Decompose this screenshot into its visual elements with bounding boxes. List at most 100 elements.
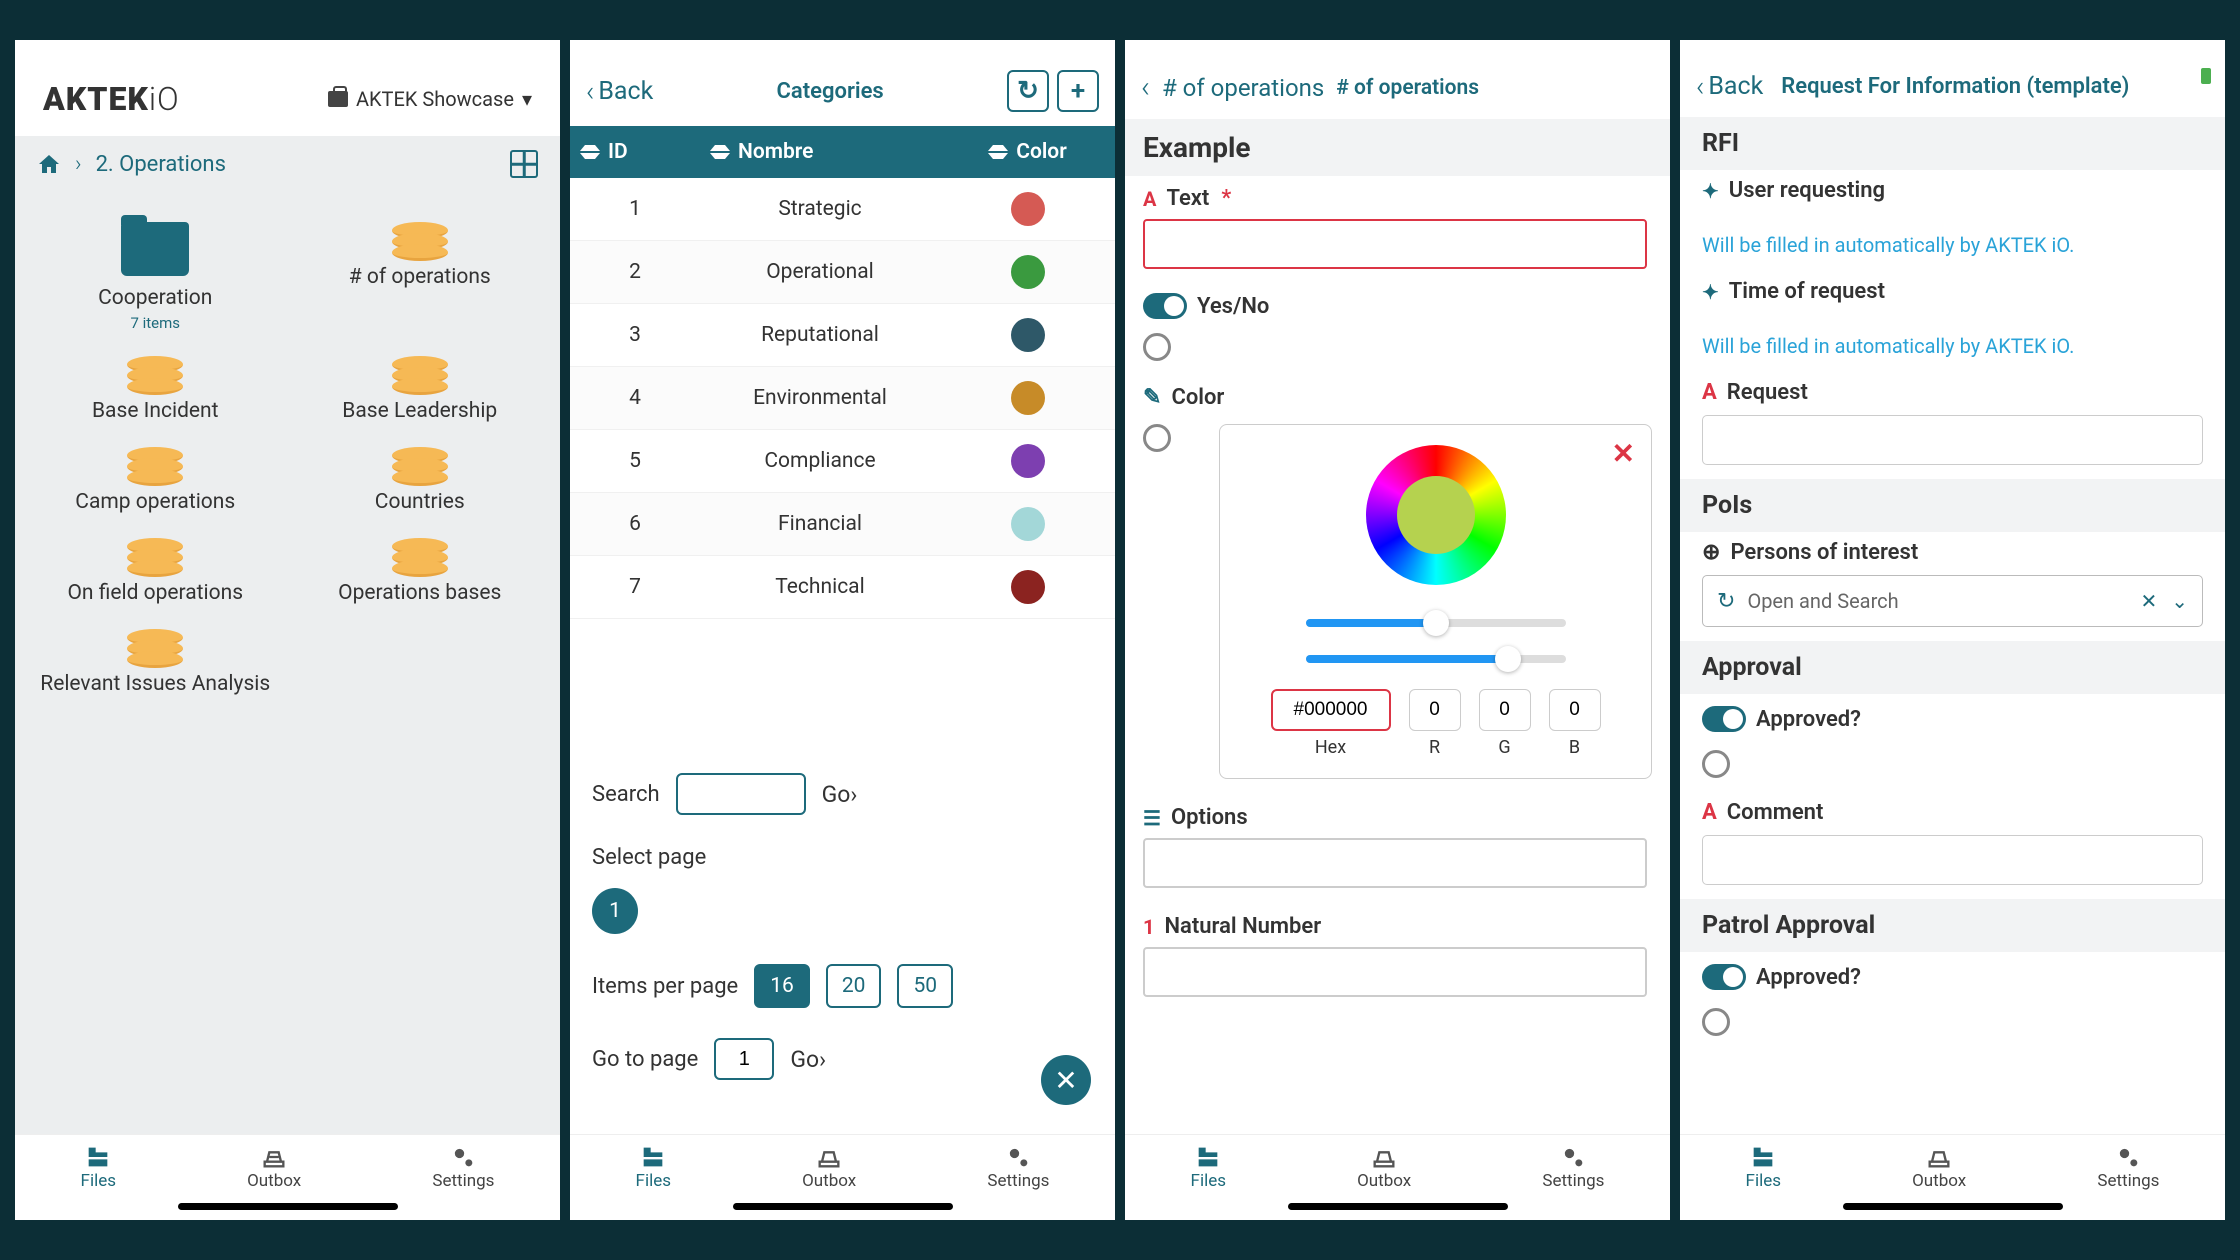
cell-name: Operational <box>700 246 940 298</box>
tab-outbox[interactable]: Outbox <box>802 1143 856 1191</box>
items-per-page-option[interactable]: 20 <box>826 964 882 1008</box>
back-button[interactable]: ‹Back <box>1696 70 1763 103</box>
table-row[interactable]: 7Technical <box>570 556 1115 619</box>
yesno-toggle[interactable] <box>1143 293 1187 319</box>
back-button[interactable]: ‹Back <box>586 75 653 108</box>
search-go-button[interactable]: Go› <box>822 781 858 808</box>
tab-outbox[interactable]: Outbox <box>1912 1143 1966 1191</box>
chevron-down-icon[interactable]: ⌄ <box>2171 589 2188 613</box>
breadcrumb-parent[interactable]: # of operations <box>1162 74 1324 102</box>
tab-files[interactable]: Files <box>1746 1143 1781 1191</box>
auto-fill-text: Will be filled in automatically by AKTEK… <box>1680 328 2225 372</box>
items-per-page-option[interactable]: 50 <box>897 964 953 1008</box>
workspace-selector[interactable]: AKTEK Showcase ▾ <box>328 87 532 111</box>
comment-input[interactable] <box>1702 835 2203 885</box>
table-row[interactable]: 3Reputational <box>570 304 1115 367</box>
request-input[interactable] <box>1702 415 2203 465</box>
table-row[interactable]: 4Environmental <box>570 367 1115 430</box>
tab-settings[interactable]: Settings <box>987 1143 1049 1191</box>
item-label: Operations bases <box>338 581 501 605</box>
cell-name: Compliance <box>700 435 940 487</box>
home-icon[interactable] <box>37 152 61 176</box>
breadcrumb-current: # of operations <box>1336 76 1479 100</box>
folder-item[interactable]: Base Incident <box>25 346 286 433</box>
list-icon: ☰ <box>1143 806 1161 830</box>
status-indicator <box>2201 68 2211 84</box>
folder-item[interactable]: Cooperation7 items <box>25 212 286 342</box>
chevron-down-icon: ▾ <box>522 87 532 111</box>
refresh-button[interactable]: ↻ <box>1007 70 1049 112</box>
chevron-left-icon: ‹ <box>586 75 594 108</box>
clear-icon[interactable]: ✕ <box>2140 589 2157 613</box>
page-title: Request For Information (template) <box>1781 74 2129 99</box>
goto-page-input[interactable] <box>714 1038 774 1080</box>
natural-number-input[interactable] <box>1143 947 1647 997</box>
color-slider-1[interactable] <box>1306 619 1566 627</box>
table-row[interactable]: 5Compliance <box>570 430 1115 493</box>
hex-input[interactable] <box>1271 689 1391 731</box>
options-input[interactable] <box>1143 838 1647 888</box>
cell-name: Strategic <box>700 183 940 235</box>
b-input[interactable] <box>1549 689 1601 731</box>
patrol-approved-toggle[interactable] <box>1702 964 1746 990</box>
color-slider-2[interactable] <box>1306 655 1566 663</box>
tab-settings[interactable]: Settings <box>432 1143 494 1191</box>
tab-files[interactable]: Files <box>636 1143 671 1191</box>
sort-icon[interactable] <box>988 142 1008 162</box>
close-fab[interactable]: ✕ <box>1041 1055 1091 1105</box>
back-button[interactable]: ‹ <box>1141 70 1150 105</box>
items-per-page-option[interactable]: 16 <box>754 964 810 1008</box>
close-icon[interactable]: ✕ <box>1612 437 1635 470</box>
poi-search[interactable]: ↻ Open and Search ✕⌄ <box>1702 575 2203 627</box>
folder-item[interactable]: On field operations <box>25 528 286 615</box>
yesno-radio[interactable] <box>1143 333 1171 361</box>
folder-item[interactable]: Operations bases <box>290 528 551 615</box>
folder-item[interactable]: Camp operations <box>25 437 286 524</box>
color-radio[interactable] <box>1143 424 1171 452</box>
color-swatch <box>1011 570 1045 604</box>
color-swatch <box>1011 192 1045 226</box>
tab-settings[interactable]: Settings <box>2097 1143 2159 1191</box>
search-input[interactable] <box>676 773 806 815</box>
text-field-icon: A <box>1143 187 1156 211</box>
approved-radio[interactable] <box>1702 750 1730 778</box>
briefcase-icon <box>328 91 348 107</box>
text-input[interactable] <box>1143 219 1647 269</box>
folder-item[interactable]: Countries <box>290 437 551 524</box>
page-button[interactable]: 1 <box>592 888 638 934</box>
sort-icon[interactable] <box>710 142 730 162</box>
goto-button[interactable]: Go› <box>790 1046 826 1073</box>
approved-toggle[interactable] <box>1702 706 1746 732</box>
tab-settings[interactable]: Settings <box>1542 1143 1604 1191</box>
folder-item[interactable]: # of operations <box>290 212 551 342</box>
tab-outbox[interactable]: Outbox <box>247 1143 301 1191</box>
section-patrol-approval: Patrol Approval <box>1680 899 2225 952</box>
color-swatch <box>1011 381 1045 415</box>
tab-files[interactable]: Files <box>1191 1143 1226 1191</box>
add-button[interactable]: + <box>1057 70 1099 112</box>
grid-view-icon[interactable] <box>510 150 538 178</box>
table-row[interactable]: 6Financial <box>570 493 1115 556</box>
g-input[interactable] <box>1479 689 1531 731</box>
color-wheel[interactable] <box>1366 445 1506 585</box>
color-swatch <box>1011 507 1045 541</box>
section-approval: Approval <box>1680 641 2225 694</box>
database-icon <box>127 356 183 389</box>
item-label: On field operations <box>67 581 243 605</box>
goto-page-label: Go to page <box>592 1047 698 1072</box>
folder-item[interactable]: Relevant Issues Analysis <box>25 619 286 706</box>
cell-id: 3 <box>570 309 700 361</box>
tab-files[interactable]: Files <box>81 1143 116 1191</box>
r-input[interactable] <box>1409 689 1461 731</box>
cell-name: Environmental <box>700 372 940 424</box>
table-row[interactable]: 2Operational <box>570 241 1115 304</box>
folder-item[interactable]: Base Leadership <box>290 346 551 433</box>
database-icon <box>392 447 448 480</box>
tab-outbox[interactable]: Outbox <box>1357 1143 1411 1191</box>
sort-icon[interactable] <box>580 142 600 162</box>
patrol-approved-radio[interactable] <box>1702 1008 1730 1036</box>
color-swatch <box>1011 255 1045 289</box>
breadcrumb[interactable]: 2. Operations <box>96 152 226 177</box>
section-pois: PoIs <box>1680 479 2225 532</box>
table-row[interactable]: 1Strategic <box>570 178 1115 241</box>
